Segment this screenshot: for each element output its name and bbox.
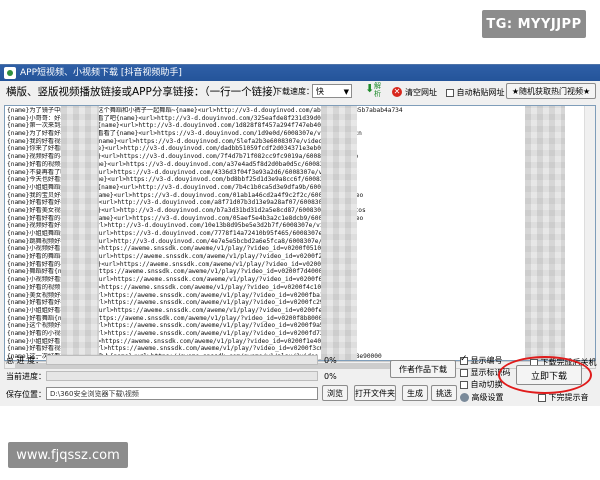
vertical-scrollbar[interactable] — [584, 106, 595, 360]
show-number-checkbox[interactable] — [460, 354, 468, 365]
arrow-down-icon: ⬇ — [365, 82, 375, 95]
highlight-annotation-circle — [498, 356, 592, 394]
title-bar: APP短视频、小视频下载 [抖音视频助手] — [0, 65, 600, 81]
download-speed-value: 快 — [316, 87, 324, 96]
watermark-bottom: www.fjqssz.com — [8, 442, 128, 468]
download-speed-select[interactable]: 快 ▼ — [312, 84, 352, 98]
auto-paste-checkbox-row[interactable]: 自动粘贴网址 — [446, 87, 505, 98]
parse-button[interactable]: ⬇ — [362, 83, 374, 97]
author-works-download-button[interactable]: 作者作品下载 — [390, 360, 456, 378]
save-path-input[interactable]: D:\360安全浏览器下载\视频 — [46, 387, 318, 400]
auto-paste-checkbox[interactable] — [446, 88, 454, 97]
show-mark-checkbox[interactable] — [460, 368, 468, 377]
auto-switch-checkbox-row[interactable]: 自动切换 — [460, 379, 503, 390]
link-input-hint: 横版、竖版视频播放链接或APP分享链接：（一行一个链接） — [6, 86, 284, 98]
clear-icon[interactable]: ✕ — [392, 87, 402, 97]
auto-switch-checkbox[interactable] — [460, 380, 468, 389]
app-window: APP短视频、小视频下载 [抖音视频助手] 横版、竖版视频播放链接或APP分享链… — [0, 64, 600, 406]
current-progress-bar — [46, 371, 318, 381]
links-textarea[interactable]: {name}为了镜子中的自己做好了这个舞蹈和小裤子一起舞蹈~{name}<url… — [4, 105, 596, 361]
open-folder-button[interactable]: 打开文件夹 — [354, 385, 396, 401]
browse-button[interactable]: 浏览 — [322, 385, 348, 401]
clear-urls-button[interactable]: 清空网址 — [405, 87, 437, 98]
advanced-settings-link[interactable]: 高级设置 — [472, 393, 504, 402]
total-progress-text: 0% — [324, 356, 337, 365]
advanced-settings-row[interactable]: 高级设置 — [460, 392, 504, 403]
download-speed-label: 下载速度： — [274, 87, 314, 96]
total-progress-label: 总 进 度： — [6, 356, 44, 365]
generate-button[interactable]: 生成 — [402, 385, 428, 401]
show-number-checkbox-row[interactable]: 显示编号 — [460, 354, 503, 366]
watermark-top: TG: MYYJJPP — [482, 10, 586, 38]
current-progress-label: 当前进度： — [6, 372, 46, 381]
toolbar: 横版、竖版视频播放链接或APP分享链接：（一行一个链接） 下载速度： 快 ▼ ⬇… — [0, 81, 600, 103]
pick-button[interactable]: 挑选 — [431, 385, 457, 401]
random-hot-video-button[interactable]: ★随机获取热门视频★ — [506, 83, 596, 99]
blurred-region — [61, 106, 99, 360]
current-progress-text: 0% — [324, 372, 337, 381]
blurred-region — [321, 106, 357, 360]
gear-icon — [460, 393, 469, 402]
blurred-region — [525, 106, 565, 360]
done-sound-checkbox[interactable] — [538, 393, 546, 402]
parse-label[interactable]: 解 析 — [374, 82, 381, 98]
total-progress-bar — [46, 355, 318, 365]
window-title: APP短视频、小视频下载 [抖音视频助手] — [20, 68, 182, 78]
chevron-down-icon: ▼ — [343, 88, 349, 96]
save-path-label: 保存位置： — [6, 390, 46, 399]
app-icon — [4, 67, 16, 79]
